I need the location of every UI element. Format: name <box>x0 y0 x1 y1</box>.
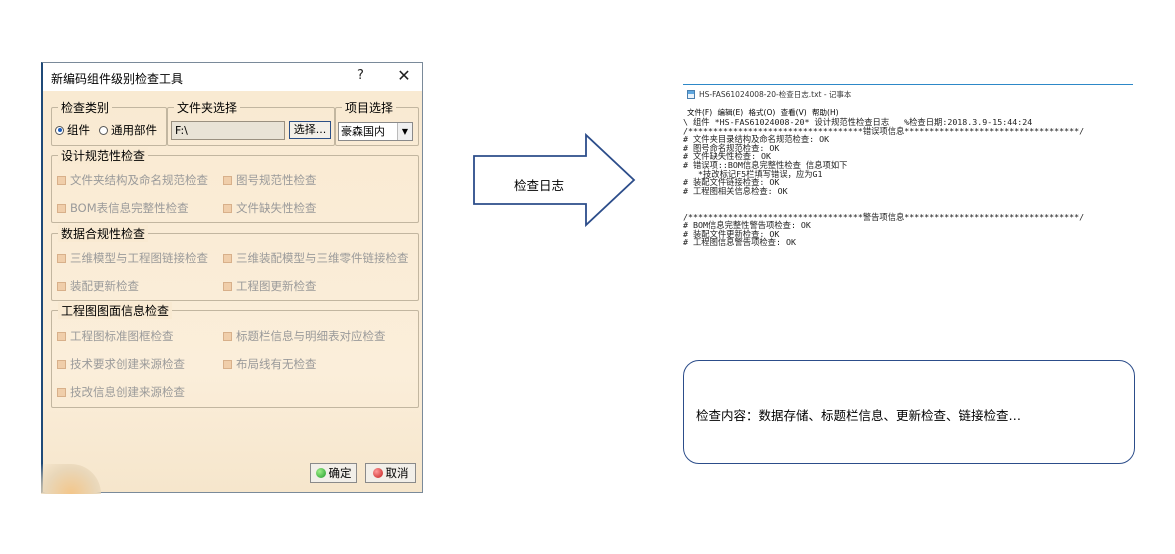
notepad-window: HS-FAS61024008-20-检查日志.txt - 记事本 文件(F) 编… <box>683 84 1133 280</box>
checkbox-label: 三维模型与工程图链接检查 <box>70 251 208 265</box>
checkbox-bom-completeness[interactable]: BOM表信息完整性检查 <box>57 200 189 216</box>
checkbox-assembly-part-link[interactable]: 三维装配模型与三维零件链接检查 <box>223 250 409 266</box>
checkbox-icon <box>223 359 232 369</box>
green-circle-icon <box>315 468 326 478</box>
project-select-value: 豪森国内 <box>341 125 385 138</box>
checkbox-icon <box>223 331 232 341</box>
radio-common-part-label: 通用部件 <box>111 123 157 137</box>
checkbox-label: 文件缺失性检查 <box>236 201 317 215</box>
close-button[interactable]: ✕ <box>395 66 413 86</box>
checkbox-drawing-update[interactable]: 工程图更新检查 <box>223 278 317 294</box>
dialog-title: 新编码组件级别检查工具 <box>51 72 184 86</box>
notepad-icon <box>687 90 695 99</box>
checkbox-icon <box>57 387 66 397</box>
checkbox-standard-frame[interactable]: 工程图标准图框检查 <box>57 328 174 344</box>
checkbox-tech-requirements[interactable]: 技术要求创建来源检查 <box>57 356 185 372</box>
cancel-button-label: 取消 <box>385 466 409 480</box>
checkbox-folder-structure[interactable]: 文件夹结构及命名规范检查 <box>57 172 208 188</box>
design-check-title: 设计规范性检查 <box>58 147 149 164</box>
design-check-group: 设计规范性检查 文件夹结构及命名规范检查 图号规范性检查 BOM表信息完整性检查… <box>51 147 419 223</box>
checkbox-label: 布局线有无检查 <box>236 357 317 371</box>
callout-box: 检查内容：数据存储、标题栏信息、更新检查、链接检查… <box>683 360 1135 464</box>
project-select[interactable]: 豪森国内 ▼ <box>338 122 413 141</box>
checkbox-icon <box>223 175 232 185</box>
checkbox-label: BOM表信息完整性检查 <box>70 201 189 215</box>
radio-selected-icon <box>55 125 64 135</box>
checkbox-icon <box>57 175 66 185</box>
drawing-check-title: 工程图图面信息检查 <box>58 302 173 319</box>
check-tool-dialog: 新编码组件级别检查工具 ? ✕ 检查类别 组件 通用部件 文件夹选择 F:\ 选… <box>41 62 423 494</box>
project-label: 项目选择 <box>342 99 397 116</box>
cancel-button[interactable]: 取消 <box>365 463 416 483</box>
checkbox-assembly-update[interactable]: 装配更新检查 <box>57 278 139 294</box>
notepad-titlebar: HS-FAS61024008-20-检查日志.txt - 记事本 <box>687 89 851 100</box>
notepad-line <box>683 195 1084 204</box>
folder-label: 文件夹选择 <box>174 99 241 116</box>
checkbox-titleblock-bom[interactable]: 标题栏信息与明细表对应检查 <box>223 328 386 344</box>
dialog-body: 检查类别 组件 通用部件 文件夹选择 F:\ 选择... 项目选择 豪森国内 ▼ <box>41 91 422 494</box>
checkbox-icon <box>223 281 232 291</box>
checkbox-icon <box>223 203 232 213</box>
data-check-group: 数据合规性检查 三维模型与工程图链接检查 三维装配模型与三维零件链接检查 装配更… <box>51 225 419 301</box>
radio-common-part[interactable]: 通用部件 <box>99 122 157 138</box>
notepad-title: HS-FAS61024008-20-检查日志.txt - 记事本 <box>699 90 852 99</box>
ok-button-label: 确定 <box>328 466 352 480</box>
drawing-check-group: 工程图图面信息检查 工程图标准图框检查 标题栏信息与明细表对应检查 技术要求创建… <box>51 302 419 408</box>
data-check-title: 数据合规性检查 <box>58 225 149 242</box>
check-type-label: 检查类别 <box>58 99 113 116</box>
checkbox-icon <box>57 331 66 341</box>
checkbox-label: 技术要求创建来源检查 <box>70 357 185 371</box>
notepad-line: # 工程图信息警告项检查: OK <box>683 237 796 248</box>
callout-text: 检查内容：数据存储、标题栏信息、更新检查、链接检查… <box>696 408 1022 423</box>
checkbox-tech-change-info[interactable]: 技改信息创建来源检查 <box>57 384 185 400</box>
checkbox-model-drawing-link[interactable]: 三维模型与工程图链接检查 <box>57 250 208 266</box>
checkbox-label: 图号规范性检查 <box>236 173 317 187</box>
checkbox-label: 文件夹结构及命名规范检查 <box>70 173 208 187</box>
checkbox-label: 工程图更新检查 <box>236 279 317 293</box>
red-circle-icon <box>372 468 383 478</box>
help-button[interactable]: ? <box>357 68 371 86</box>
notepad-text-area[interactable]: \ 组件 *HS-FAS61024008-20* 设计规范性检查日志 %检查日期… <box>683 118 1084 247</box>
checkbox-icon <box>57 359 66 369</box>
notepad-line: # 工程图相关信息检查: OK <box>683 185 788 196</box>
checkbox-layout-lines[interactable]: 布局线有无检查 <box>223 356 317 372</box>
folder-path-input[interactable]: F:\ <box>171 121 285 140</box>
checkbox-icon <box>57 281 66 291</box>
checkbox-icon <box>57 253 66 263</box>
checkbox-label: 工程图标准图框检查 <box>70 329 174 343</box>
folder-group: 文件夹选择 F:\ 选择... <box>167 99 335 146</box>
chevron-down-icon[interactable]: ▼ <box>397 123 412 140</box>
checkbox-label: 装配更新检查 <box>70 279 139 293</box>
globe-logo-icon <box>41 464 101 494</box>
checkbox-label: 技改信息创建来源检查 <box>70 385 185 399</box>
radio-unselected-icon <box>99 125 108 135</box>
checkbox-file-missing[interactable]: 文件缺失性检查 <box>223 200 317 216</box>
radio-component[interactable]: 组件 <box>55 122 90 138</box>
checkbox-icon <box>223 253 232 263</box>
checkbox-drawing-number[interactable]: 图号规范性检查 <box>223 172 317 188</box>
check-type-group: 检查类别 组件 通用部件 <box>51 99 167 146</box>
checkbox-icon <box>57 203 66 213</box>
browse-button[interactable]: 选择... <box>289 121 331 139</box>
checkbox-label: 三维装配模型与三维零件链接检查 <box>236 251 409 265</box>
arrow-label: 检查日志 <box>514 178 565 193</box>
radio-component-label: 组件 <box>67 123 90 137</box>
project-group: 项目选择 豪森国内 ▼ <box>335 99 419 146</box>
dialog-titlebar: 新编码组件级别检查工具 ? ✕ <box>43 63 422 91</box>
checkbox-label: 标题栏信息与明细表对应检查 <box>236 329 386 343</box>
ok-button[interactable]: 确定 <box>310 463 357 483</box>
